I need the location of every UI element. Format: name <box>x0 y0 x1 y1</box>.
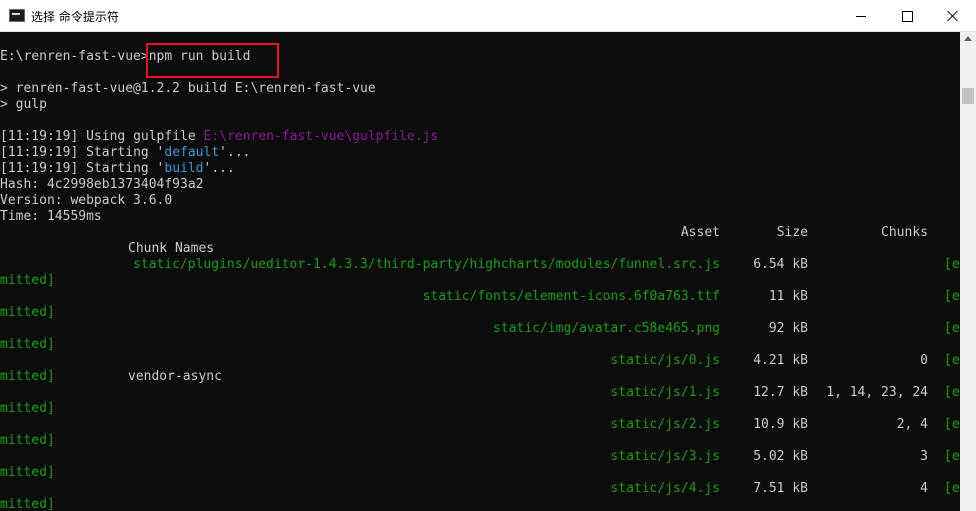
table-header: Asset Size Chunks <box>0 225 960 241</box>
header-asset: Asset <box>680 225 720 240</box>
asset-chunks: 0 <box>920 353 928 368</box>
prompt-path: E:\renren-fast-vue> <box>0 49 149 64</box>
asset-status-tail: mitted] <box>0 433 55 448</box>
log-text: Using gulpfile <box>78 129 204 144</box>
asset-status: [e <box>944 385 960 400</box>
log-text: '... <box>219 145 251 160</box>
cmd-window: 选择 命令提示符 E:\renren-fast-vue>npm run buil… <box>0 0 976 511</box>
asset-status: [e <box>944 449 960 464</box>
table-row: static/plugins/ueditor-1.4.3.3/third-par… <box>0 257 960 273</box>
table-row-continuation: mitted] <box>0 273 960 289</box>
asset-name: static/plugins/ueditor-1.4.3.3/third-par… <box>133 257 720 272</box>
scroll-thumb[interactable] <box>962 88 974 104</box>
log-text: Starting ' <box>78 145 165 160</box>
table-row: static/fonts/element-icons.6f0a763.ttf 11… <box>0 289 960 305</box>
close-icon <box>947 10 959 22</box>
log-timestamp: [11:19:19] <box>0 145 79 160</box>
table-row-continuation: mitted] <box>0 433 960 449</box>
asset-status: [e <box>944 481 960 496</box>
asset-size: 12.7 kB <box>753 385 808 400</box>
table-row: static/js/0.js 4.21 kB 0 [e <box>0 353 960 369</box>
asset-status-tail: mitted] <box>0 369 55 384</box>
table-row-continuation: mitted] <box>0 337 960 353</box>
table-row: static/js/2.js 10.9 kB 2, 4 [e <box>0 417 960 433</box>
hash-line: Hash: 4c2998eb1373404f93a2 <box>0 177 204 192</box>
asset-size: 11 kB <box>768 289 808 304</box>
cmd-icon[interactable] <box>9 9 25 22</box>
asset-status-tail: mitted] <box>0 305 55 320</box>
asset-size: 5.02 kB <box>753 449 808 464</box>
asset-status-tail: mitted] <box>0 401 55 416</box>
maximize-button[interactable] <box>884 0 930 32</box>
asset-chunks: 1, 14, 23, 24 <box>826 385 928 400</box>
gulpfile-path: E:\renren-fast-vue\gulpfile.js <box>203 129 439 144</box>
asset-status-tail: mitted] <box>0 273 55 288</box>
asset-chunks: 2, 4 <box>896 417 928 432</box>
header-chunks: Chunks <box>881 225 928 240</box>
asset-chunks: 4 <box>920 481 928 496</box>
asset-status: [e <box>944 321 960 336</box>
table-row-continuation: mitted] vendor-async <box>0 369 960 385</box>
asset-status: [e <box>944 257 960 272</box>
log-line-default: [11:19:19] Starting 'default'... <box>0 145 250 161</box>
asset-chunk-name: vendor-async <box>128 369 222 384</box>
asset-name: static/js/3.js <box>610 449 720 464</box>
asset-status-tail: mitted] <box>0 337 55 352</box>
header-size: Size <box>776 225 808 240</box>
table-row-continuation: mitted] <box>0 465 960 481</box>
asset-status: [e <box>944 417 960 432</box>
table-row: static/js/4.js 7.51 kB 4 [e <box>0 481 960 497</box>
vertical-scrollbar[interactable] <box>960 32 976 511</box>
console-output[interactable]: E:\renren-fast-vue>npm run build > renre… <box>0 32 960 511</box>
table-row-continuation: mitted] <box>0 401 960 417</box>
command-highlight-box <box>146 43 279 78</box>
title-bar[interactable]: 选择 命令提示符 <box>0 0 976 32</box>
asset-status-tail: mitted] <box>0 465 55 480</box>
asset-size: 7.51 kB <box>753 481 808 496</box>
asset-name: static/js/1.js <box>610 385 720 400</box>
asset-name: static/js/4.js <box>610 481 720 496</box>
minimize-button[interactable] <box>838 0 884 32</box>
asset-status: [e <box>944 289 960 304</box>
table-row: static/img/avatar.c58e465.png 92 kB [e <box>0 321 960 337</box>
log-line-gulpfile: [11:19:19] Using gulpfile E:\renren-fast… <box>0 129 438 145</box>
log-timestamp: [11:19:19] <box>0 161 79 176</box>
log-text: Starting ' <box>78 161 165 176</box>
log-text: '... <box>203 161 235 176</box>
log-timestamp: [11:19:19] <box>0 129 79 144</box>
asset-name: static/img/avatar.c58e465.png <box>493 321 720 336</box>
asset-name: static/js/0.js <box>610 353 720 368</box>
close-button[interactable] <box>930 0 976 32</box>
asset-size: 4.21 kB <box>753 353 808 368</box>
scroll-up-arrow-icon[interactable] <box>964 36 972 41</box>
npm-script-line: > renren-fast-vue@1.2.2 build E:\renren-… <box>0 81 376 96</box>
table-row: static/js/3.js 5.02 kB 3 [e <box>0 449 960 465</box>
asset-size: 10.9 kB <box>753 417 808 432</box>
asset-chunks: 3 <box>920 449 928 464</box>
table-row-continuation: mitted] <box>0 497 960 511</box>
asset-status: [e <box>944 353 960 368</box>
asset-status-tail: mitted] <box>0 497 55 511</box>
gulp-line: > gulp <box>0 97 47 112</box>
asset-size: 92 kB <box>768 321 808 336</box>
task-name: build <box>164 161 204 176</box>
window-title: 选择 命令提示符 <box>31 10 119 24</box>
asset-size: 6.54 kB <box>753 257 808 272</box>
header-chunk-names: Chunk Names <box>128 241 215 256</box>
version-line: Version: webpack 3.6.0 <box>0 193 173 208</box>
asset-name: static/fonts/element-icons.6f0a763.ttf <box>422 289 720 304</box>
asset-name: static/js/2.js <box>610 417 720 432</box>
maximize-icon <box>901 10 913 22</box>
log-line-build: [11:19:19] Starting 'build'... <box>0 161 235 177</box>
table-row-continuation: mitted] <box>0 305 960 321</box>
minimize-icon <box>856 15 866 17</box>
time-line: Time: 14559ms <box>0 209 102 224</box>
task-name: default <box>164 145 220 160</box>
table-row: static/js/1.js 12.7 kB 1, 14, 23, 24 [e <box>0 385 960 401</box>
